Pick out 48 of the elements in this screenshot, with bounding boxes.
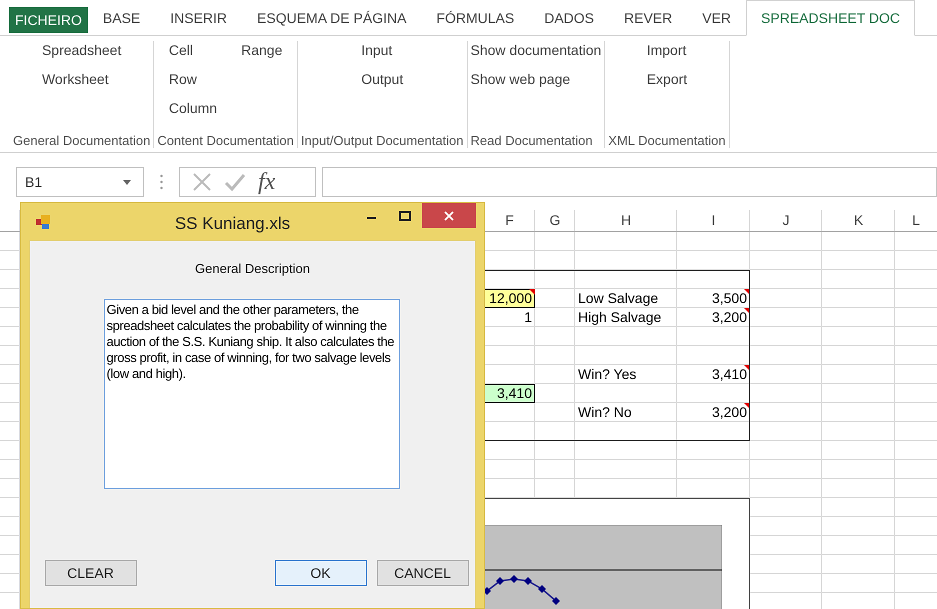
ribbon-tab[interactable]: SPREADSHEET DOC	[746, 0, 916, 36]
ribbon-command[interactable]: Input	[361, 41, 392, 70]
ribbon-command[interactable]: Show web page	[470, 70, 570, 99]
column-header[interactable]: K	[822, 210, 895, 232]
ribbon-command[interactable]: Spreadsheet	[42, 41, 122, 70]
ribbon-command[interactable]: Show documentation	[470, 41, 602, 70]
file-tab[interactable]: FICHEIRO	[9, 7, 88, 33]
name-box[interactable]: B1	[16, 167, 144, 197]
dialog-button[interactable]: OK	[274, 560, 366, 586]
dialog-button[interactable]: CLEAR	[44, 560, 136, 586]
description-field[interactable]: Given a bid level and the other parameters, the spreadsheet calculates the probability of winning the auction of the S.S. Kuniang ship. It also calculates the gross profit, in case of winning, for two salvage levels (low and high).	[104, 299, 400, 489]
group-label: Input/Output Documentation	[300, 133, 464, 148]
group-label: Read Documentation	[470, 133, 594, 148]
ribbon-tab[interactable]: VER	[687, 0, 746, 36]
table-cell-text: 1	[523, 308, 533, 327]
group-label: XML Documentation	[608, 133, 726, 148]
table-cell: 12,000	[484, 289, 535, 308]
table-cell: 3,410	[484, 384, 535, 403]
ribbon-tab[interactable]: REVER	[609, 0, 688, 36]
ribbon-tab[interactable]: DADOS	[529, 0, 610, 36]
group-label: Content Documentation	[157, 133, 294, 148]
ribbon-tab[interactable]: ESQUEMA DE PÁGINA	[242, 0, 422, 36]
column-header[interactable]: G	[535, 210, 575, 232]
column-header[interactable]: L	[895, 210, 937, 232]
dialog-heading: General Description	[195, 261, 310, 276]
dialog-button[interactable]: CANCEL	[376, 560, 468, 586]
ribbon-tab[interactable]: FÓRMULAS	[421, 0, 530, 36]
table-cell-text: Win? No	[577, 403, 633, 422]
table-cell-text: Low Salvage	[577, 289, 660, 308]
ribbon-command[interactable]: Worksheet	[42, 70, 109, 99]
column-header[interactable]: J	[750, 210, 822, 232]
ribbon-command[interactable]: Column	[168, 99, 218, 128]
column-header[interactable]: H	[575, 210, 677, 232]
group-label: General Documentation	[13, 133, 150, 148]
ribbon-command[interactable]: Range	[241, 41, 282, 70]
ribbon-command[interactable]: Row	[168, 70, 197, 99]
ribbon-command[interactable]: Output	[361, 70, 404, 99]
table-cell-text: Win? Yes	[577, 365, 638, 384]
window-title: SS Kuniang.xls	[174, 214, 292, 234]
insert-function-button[interactable]: fx	[258, 169, 276, 195]
ribbon-command[interactable]: Export	[646, 70, 688, 99]
ribbon-tab[interactable]: BASE	[88, 0, 156, 36]
column-header[interactable]: F	[484, 210, 535, 232]
ribbon-tab[interactable]: INSERIR	[155, 0, 242, 36]
ribbon-command[interactable]: Import	[646, 41, 686, 70]
column-header[interactable]: I	[677, 210, 750, 232]
table-cell-text: High Salvage	[577, 308, 662, 327]
ribbon-command[interactable]: Cell	[168, 41, 193, 70]
